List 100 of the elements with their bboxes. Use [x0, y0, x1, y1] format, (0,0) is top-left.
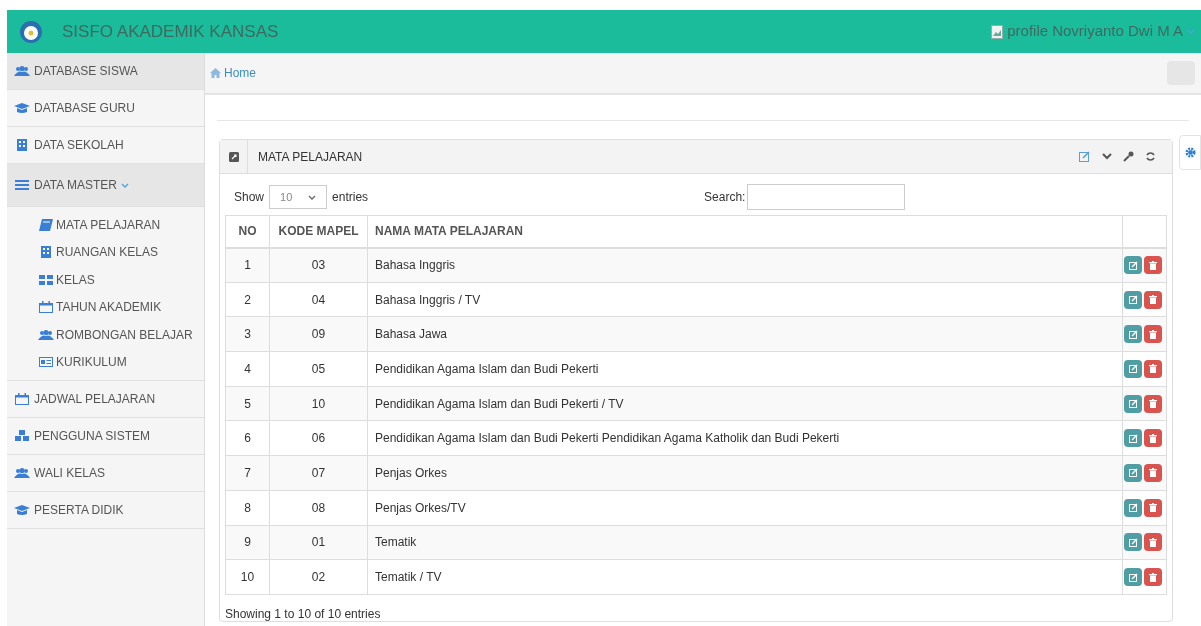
delete-button[interactable]	[1144, 359, 1162, 378]
app-title: SISFO AKADEMIK KANSAS	[62, 20, 279, 43]
trash-icon	[1149, 433, 1157, 443]
delete-button[interactable]	[1144, 429, 1162, 448]
edit-icon	[1128, 329, 1138, 339]
table-cell: 2	[225, 282, 270, 317]
submenu-item[interactable]: KURIKULUM	[7, 348, 204, 376]
edit-icon	[1128, 364, 1138, 374]
edit-button[interactable]	[1124, 394, 1142, 413]
table-cell: Penjas Orkes	[367, 455, 1123, 491]
table-cell: 05	[269, 351, 368, 387]
edit-button[interactable]	[1124, 533, 1142, 552]
trash-icon	[1149, 503, 1157, 513]
calendar-icon	[38, 301, 54, 314]
submenu-item[interactable]: ROMBONGAN BELAJAR	[7, 321, 204, 349]
submenu-item[interactable]: TAHUN AKADEMIK	[7, 293, 204, 321]
delete-button[interactable]	[1144, 498, 1162, 517]
edit-icon	[1128, 295, 1138, 305]
table-cell: 09	[269, 316, 368, 352]
trash-icon	[1149, 364, 1157, 374]
edit-icon[interactable]	[1079, 151, 1091, 162]
entries-label: entries	[332, 189, 369, 206]
edit-button[interactable]	[1124, 325, 1142, 344]
table-cell: 1	[225, 247, 270, 283]
table-cell: 01	[269, 525, 368, 560]
settings-tab[interactable]	[1179, 135, 1201, 170]
graduation-cap-icon	[14, 102, 30, 114]
chevron-down-icon[interactable]	[1102, 153, 1112, 160]
table-cell: Bahasa Inggris	[367, 247, 1123, 283]
edit-button[interactable]	[1124, 429, 1142, 448]
widget-icon	[228, 151, 239, 162]
table-cell: 5	[225, 386, 270, 421]
edit-icon	[1128, 399, 1138, 409]
users-icon	[38, 328, 54, 341]
table-cell: 04	[269, 282, 368, 317]
table-info: Showing 1 to 10 of 10 entries	[225, 606, 382, 621]
table-cell: 10	[269, 386, 368, 421]
book-icon	[38, 218, 54, 231]
sidebar-item[interactable]: DATABASE SISWA	[7, 53, 204, 90]
trash-icon	[1149, 468, 1157, 478]
trash-icon	[1149, 537, 1157, 547]
panel-title: MATA PELAJARAN	[258, 148, 363, 166]
delete-button[interactable]	[1144, 394, 1162, 413]
delete-button[interactable]	[1144, 568, 1162, 587]
building-icon	[38, 246, 54, 259]
table-cell: Pendidikan Agama Islam dan Budi Pekerti Pendidikan Agama Katholik dan Budi Pekerti	[367, 420, 1123, 456]
delete-button[interactable]	[1144, 325, 1162, 344]
edit-button[interactable]	[1124, 463, 1142, 482]
calendar-icon	[14, 393, 30, 405]
users-icon	[14, 467, 30, 479]
table-cell: Penjas Orkes/TV	[367, 490, 1123, 525]
table-cell: 02	[269, 559, 368, 595]
table-cell: Bahasa Inggris / TV	[367, 282, 1123, 317]
edit-icon	[1128, 260, 1138, 270]
table-cell: 08	[269, 490, 368, 525]
delete-button[interactable]	[1144, 256, 1162, 275]
show-label: Show	[234, 189, 265, 206]
graduation-cap-icon	[14, 504, 30, 516]
table-cell: Pendidikan Agama Islam dan Budi Pekerti / TV	[367, 386, 1123, 421]
table-cell: Tematik / TV	[367, 559, 1123, 595]
chevron-down-icon	[1187, 28, 1195, 35]
trash-icon	[1149, 572, 1157, 582]
table-cell: 4	[225, 351, 270, 387]
edit-button[interactable]	[1124, 290, 1142, 309]
id-card-icon	[38, 356, 54, 369]
column-header[interactable]: KODE MAPEL	[269, 215, 368, 248]
page-length-select[interactable]: 10	[269, 185, 328, 209]
edit-button[interactable]	[1124, 498, 1142, 517]
trash-icon	[1149, 260, 1157, 270]
wrench-icon[interactable]	[1123, 151, 1134, 162]
table-cell: 9	[225, 525, 270, 560]
logo-icon	[20, 20, 42, 43]
delete-button[interactable]	[1144, 463, 1162, 482]
column-header[interactable]: NO	[225, 215, 270, 248]
users-icon	[14, 65, 30, 77]
table-cell: 06	[269, 420, 368, 456]
trash-icon	[1149, 295, 1157, 305]
menu-icon	[14, 179, 30, 191]
edit-icon	[1128, 537, 1138, 547]
edit-icon	[1128, 433, 1138, 443]
delete-button[interactable]	[1144, 290, 1162, 309]
trash-icon	[1149, 399, 1157, 409]
table-cell: 3	[225, 316, 270, 352]
sidebar-item[interactable]: DATA MASTER	[7, 164, 204, 207]
refresh-icon[interactable]	[1145, 151, 1156, 162]
chevron-down-icon	[308, 194, 317, 200]
table-cell: 03	[269, 247, 368, 283]
delete-button[interactable]	[1144, 533, 1162, 552]
submenu-item[interactable]: RUANGAN KELAS	[7, 238, 204, 266]
submenu-item[interactable]: MATA PELAJARAN	[7, 211, 204, 239]
search-label: Search:	[704, 189, 746, 206]
edit-button[interactable]	[1124, 359, 1142, 378]
edit-button[interactable]	[1124, 256, 1142, 275]
grid-icon	[38, 273, 54, 286]
submenu-item[interactable]: KELAS	[7, 266, 204, 294]
edit-button[interactable]	[1124, 568, 1142, 587]
search-field[interactable]	[747, 184, 906, 210]
table-cell: 6	[225, 420, 270, 456]
building-icon	[14, 139, 30, 151]
column-header[interactable]: NAMA MATA PELAJARAN	[367, 215, 1123, 248]
